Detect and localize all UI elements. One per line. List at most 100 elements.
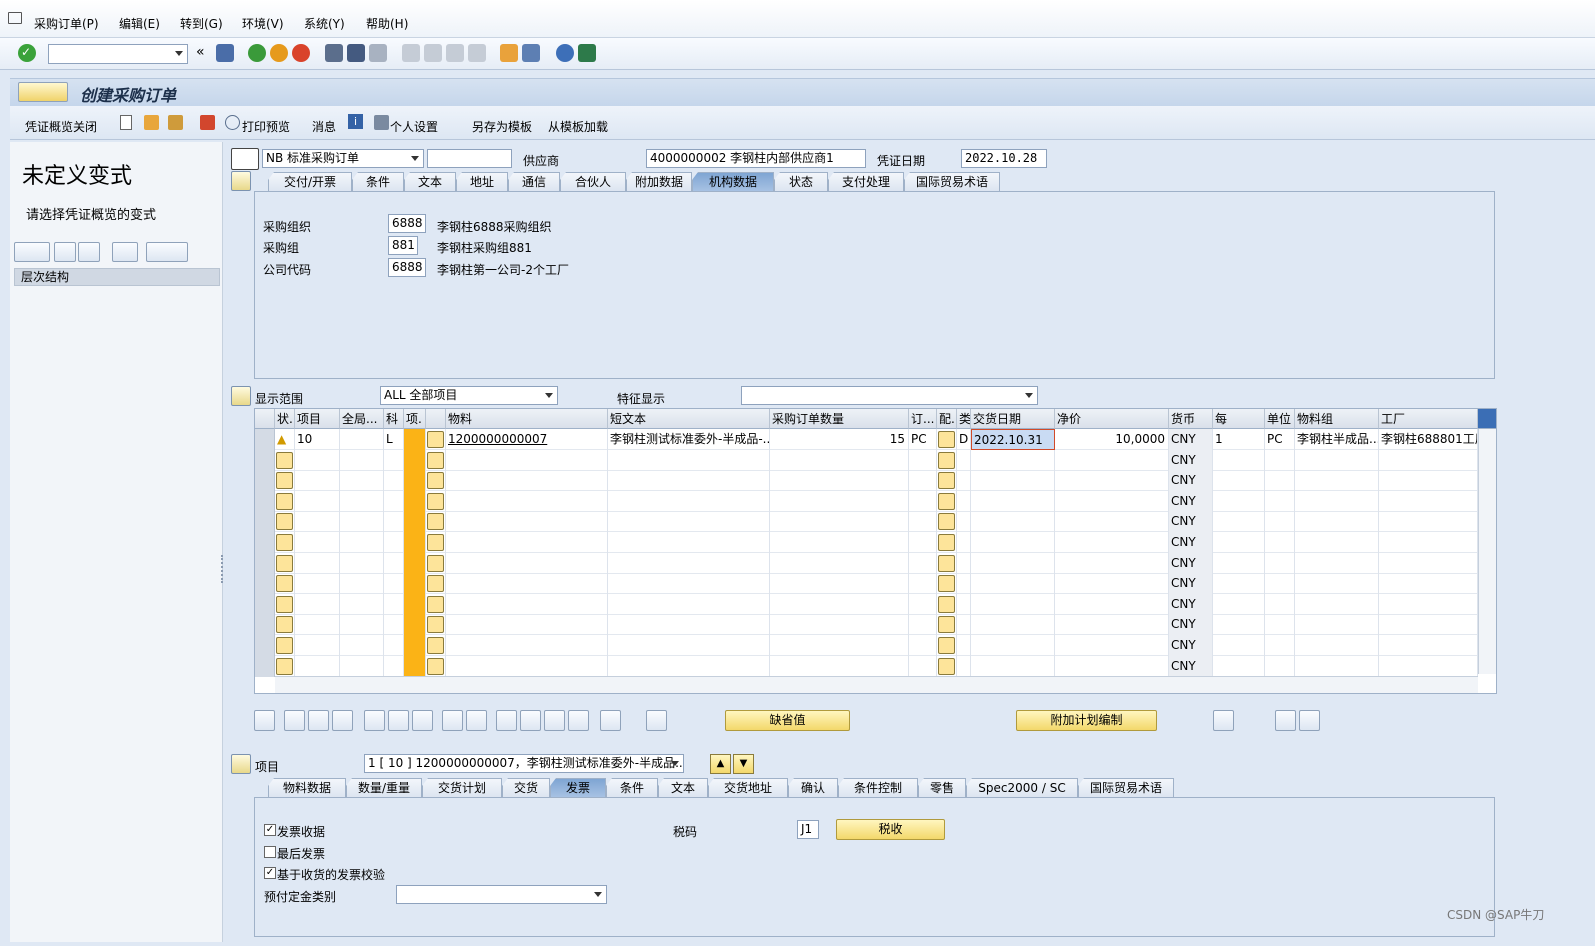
col-short-text[interactable]: 短文本 xyxy=(608,409,770,429)
table-cell[interactable] xyxy=(1265,532,1295,553)
table-cell[interactable] xyxy=(957,655,971,677)
table-row[interactable]: CNY xyxy=(255,449,1478,471)
table-cell[interactable] xyxy=(608,511,770,533)
table-cell[interactable] xyxy=(446,593,608,615)
table-cell[interactable] xyxy=(937,532,957,553)
tab-confirmation[interactable]: 确认 xyxy=(788,778,838,798)
table-cell[interactable] xyxy=(426,655,446,677)
table-cell[interactable] xyxy=(275,573,295,595)
table-cell[interactable] xyxy=(1213,573,1265,595)
table-cell[interactable] xyxy=(971,635,1055,656)
table-cell[interactable] xyxy=(446,470,608,492)
row-selector[interactable] xyxy=(255,635,275,656)
table-cell[interactable] xyxy=(1379,532,1478,553)
other-po-icon[interactable] xyxy=(144,115,159,130)
gr-based-iv-checkbox[interactable]: ✓ xyxy=(264,867,276,879)
print-preview-icon[interactable] xyxy=(225,115,240,130)
feature-display-select[interactable] xyxy=(741,386,1038,405)
downpayment-select[interactable] xyxy=(396,885,607,904)
table-cell[interactable] xyxy=(608,449,770,471)
check-icon[interactable] xyxy=(200,115,215,130)
table-cell[interactable] xyxy=(384,614,404,636)
table-cell[interactable] xyxy=(909,635,937,656)
tab-conditions[interactable]: 条件 xyxy=(352,172,404,192)
table-cell[interactable] xyxy=(404,655,426,677)
more-details-icon[interactable] xyxy=(308,710,329,731)
table-cell[interactable] xyxy=(1295,573,1379,595)
table-cell[interactable] xyxy=(608,552,770,574)
menu-environment[interactable]: 环境(V) xyxy=(242,15,284,32)
table-cell[interactable] xyxy=(770,614,909,636)
table-cell[interactable] xyxy=(1265,552,1295,574)
table-cell[interactable] xyxy=(770,552,909,574)
doc-icon[interactable] xyxy=(646,710,667,731)
tab-partners[interactable]: 合伙人 xyxy=(560,172,626,192)
table-cell[interactable] xyxy=(1295,511,1379,533)
table-cell[interactable] xyxy=(608,490,770,512)
col-acct[interactable]: 科 xyxy=(384,409,404,429)
table-cell[interactable]: CNY xyxy=(1169,655,1213,677)
table-cell[interactable] xyxy=(909,449,937,471)
next-page-icon[interactable] xyxy=(446,44,464,62)
table-cell[interactable] xyxy=(957,593,971,615)
purch-group-field[interactable]: 881 xyxy=(388,236,418,255)
table-cell[interactable] xyxy=(957,532,971,553)
default-values-button[interactable]: 缺省值 xyxy=(725,710,850,731)
table-cell[interactable] xyxy=(1055,655,1169,677)
select-all-icon[interactable] xyxy=(466,710,487,731)
table-cell[interactable] xyxy=(384,511,404,533)
save-as-template-button[interactable]: 另存为模板 xyxy=(472,118,532,135)
table-cell[interactable] xyxy=(770,573,909,595)
personal-settings-icon[interactable] xyxy=(374,115,389,130)
table-cell[interactable] xyxy=(957,449,971,471)
table-cell[interactable] xyxy=(295,532,340,553)
cell-currency[interactable]: CNY xyxy=(1169,429,1213,450)
table-cell[interactable] xyxy=(404,449,426,471)
table-cell[interactable] xyxy=(1379,593,1478,615)
tab-communication[interactable]: 通信 xyxy=(508,172,560,192)
cell-net-price[interactable]: 10,0000 xyxy=(1055,429,1169,450)
table-cell[interactable]: CNY xyxy=(1169,614,1213,636)
cell-item[interactable]: 10 xyxy=(295,429,340,450)
table-cell[interactable] xyxy=(770,490,909,512)
table-cell[interactable] xyxy=(384,552,404,574)
copy-button[interactable] xyxy=(54,242,76,262)
table-cell[interactable] xyxy=(1265,490,1295,512)
col-config[interactable]: 配. xyxy=(937,409,957,429)
table-cell[interactable] xyxy=(1379,511,1478,533)
table-cell[interactable] xyxy=(295,593,340,615)
table-row[interactable]: CNY xyxy=(255,470,1478,492)
table-cell[interactable] xyxy=(1055,449,1169,471)
last-page-icon[interactable] xyxy=(468,44,486,62)
table-cell[interactable]: CNY xyxy=(1169,470,1213,492)
table-cell[interactable] xyxy=(340,573,384,595)
row-selector[interactable] xyxy=(255,511,275,533)
doc-date-field[interactable]: 2022.10.28 xyxy=(961,149,1047,168)
find-button[interactable] xyxy=(112,242,138,262)
filter-icon[interactable] xyxy=(544,710,565,731)
table-cell[interactable] xyxy=(426,635,446,656)
table-cell[interactable] xyxy=(384,593,404,615)
table-cell[interactable] xyxy=(295,511,340,533)
table-cell[interactable] xyxy=(404,635,426,656)
hierarchy-column-header[interactable]: 层次结构 xyxy=(14,268,220,286)
header-expand-icon[interactable] xyxy=(231,171,251,191)
table-cell[interactable] xyxy=(275,614,295,636)
table-cell[interactable] xyxy=(404,490,426,512)
table-cell[interactable] xyxy=(446,614,608,636)
save-icon[interactable] xyxy=(216,44,234,62)
info-icon[interactable]: i xyxy=(348,114,363,129)
tax-code-field[interactable]: J1 xyxy=(797,820,819,839)
tab-payment[interactable]: 支付处理 xyxy=(828,172,904,192)
table-cell[interactable] xyxy=(909,614,937,636)
unblock-icon[interactable] xyxy=(412,710,433,731)
additional-planning-button[interactable]: 附加计划编制 xyxy=(1016,710,1157,731)
cell-delivery-date[interactable]: 2022.10.31 xyxy=(971,429,1055,450)
table-row[interactable]: CNY xyxy=(255,593,1478,615)
row-selector[interactable] xyxy=(255,449,275,471)
sort-desc-icon[interactable] xyxy=(520,710,541,731)
table-cell[interactable] xyxy=(1379,470,1478,492)
table-cell[interactable] xyxy=(770,635,909,656)
table-cell[interactable] xyxy=(295,635,340,656)
table-cell[interactable] xyxy=(340,470,384,492)
